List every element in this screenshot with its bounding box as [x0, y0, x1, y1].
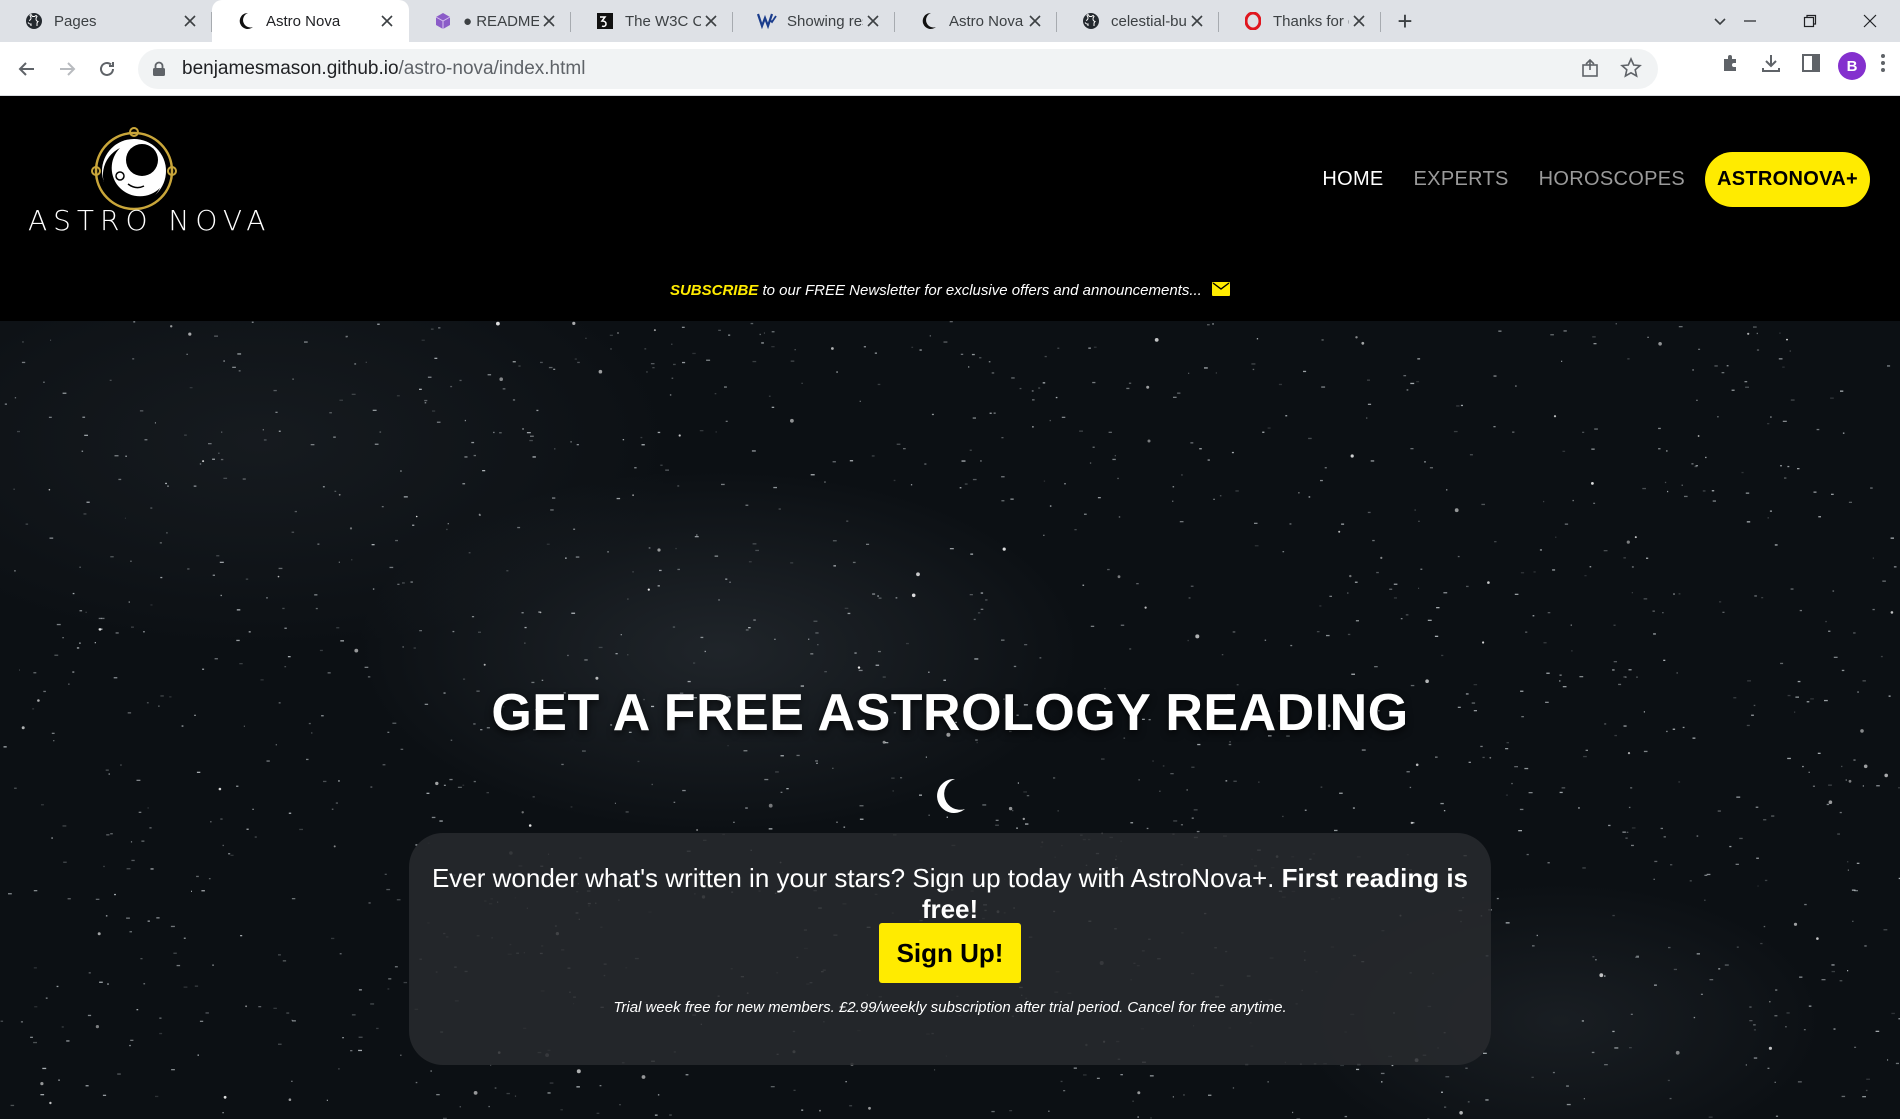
close-icon: [381, 15, 393, 27]
site-header: ASTRO NOVA HOME EXPERTS HOROSCOPES ASTRO…: [0, 96, 1900, 321]
window-controls: [1720, 0, 1900, 42]
validator-icon: [757, 11, 777, 31]
crescent-moon-icon: [937, 778, 965, 813]
tab-close-button[interactable]: [377, 11, 397, 31]
new-tab-button[interactable]: +: [1385, 0, 1425, 42]
tab-close-button[interactable]: [539, 11, 559, 31]
download-icon: [1762, 55, 1780, 72]
avatar: B: [1838, 52, 1866, 80]
tab-title: ● README.md -: [463, 12, 539, 30]
address-bar[interactable]: benjamesmason.github.io/astro-nova/index…: [138, 49, 1658, 89]
main-nav: HOME EXPERTS HOROSCOPES ASTRONOVA+: [1292, 152, 1870, 207]
tab-title: Pages: [54, 12, 97, 30]
tab-title: Thanks for down: [1273, 12, 1349, 30]
browser-toolbar: benjamesmason.github.io/astro-nova/index…: [0, 42, 1900, 96]
tab-close-button[interactable]: [863, 11, 883, 31]
hero-section: GET A FREE ASTROLOGY READING Ever wonder…: [0, 321, 1900, 1119]
tab-close-button[interactable]: [180, 11, 200, 31]
close-window-button[interactable]: [1840, 0, 1900, 42]
newsletter-subscribe-link[interactable]: SUBSCRIBE: [670, 282, 758, 299]
back-button[interactable]: [10, 52, 44, 86]
browser-tab-6[interactable]: Astro Nova | Exp: [895, 0, 1057, 42]
tab-close-button[interactable]: [701, 11, 721, 31]
trial-note: Trial week free for new members. £2.99/w…: [613, 999, 1287, 1016]
logo-text: ASTRO NOVA: [28, 204, 272, 237]
github-icon: [1081, 11, 1101, 31]
tab-separator: [1380, 12, 1381, 32]
sign-up-button[interactable]: Sign Up!: [879, 923, 1021, 983]
nav-home[interactable]: HOME: [1322, 168, 1383, 191]
hero-title: GET A FREE ASTROLOGY READING: [491, 684, 1409, 742]
github-icon: [24, 11, 44, 31]
minimize-icon: [1744, 20, 1756, 22]
close-icon: [1863, 14, 1877, 28]
arrow-right-icon: [60, 62, 76, 76]
url-text: benjamesmason.github.io/astro-nova/index…: [182, 58, 585, 80]
side-panel-icon: [1802, 54, 1820, 72]
restore-button[interactable]: [1780, 0, 1840, 42]
lock-icon: [152, 61, 166, 77]
star-icon[interactable]: [1620, 57, 1642, 84]
reload-button[interactable]: [90, 52, 124, 86]
browser-tab-3[interactable]: ● README.md -: [409, 0, 571, 42]
close-icon: [705, 15, 717, 27]
close-icon: [543, 15, 555, 27]
cube-icon: [433, 11, 453, 31]
newsletter-text: to our FREE Newsletter for exclusive off…: [758, 282, 1207, 299]
browser-tab-4[interactable]: The W3C CSS Va: [571, 0, 733, 42]
w3c-icon: [595, 11, 615, 31]
opera-icon: [1243, 11, 1263, 31]
browser-tab-8[interactable]: Thanks for down: [1219, 0, 1381, 42]
close-icon: [184, 15, 196, 27]
tab-title: The W3C CSS Va: [625, 12, 701, 30]
arrow-left-icon: [18, 62, 34, 76]
signup-card-intro: Ever wonder what's written in your stars…: [431, 863, 1282, 893]
puzzle-icon: [1724, 55, 1736, 71]
browser-tab-bar: Pages Astro Nova ● README.md - The W3C CSS …: [0, 0, 1900, 42]
share-icon[interactable]: [1580, 57, 1602, 84]
tab-title: Astro Nova: [266, 12, 341, 30]
restore-icon: [1803, 14, 1817, 28]
downloads-button[interactable]: [1760, 52, 1782, 74]
close-icon: [1353, 15, 1365, 27]
moon-icon: [236, 11, 256, 31]
tab-close-button[interactable]: [1025, 11, 1045, 31]
tab-title: Showing results f: [787, 12, 863, 30]
close-icon: [1191, 15, 1203, 27]
url-host: benjamesmason.github.io: [182, 58, 399, 79]
side-panel-button[interactable]: [1800, 52, 1822, 74]
tab-title: celestial-buddies: [1111, 12, 1187, 30]
tab-strip: Pages Astro Nova ● README.md - The W3C CSS …: [0, 0, 1381, 42]
profile-button[interactable]: B: [1838, 52, 1866, 80]
tab-close-button[interactable]: [1187, 11, 1207, 31]
signup-card: Ever wonder what's written in your stars…: [409, 833, 1491, 1065]
tab-close-button[interactable]: [1349, 11, 1369, 31]
browser-menu-button[interactable]: [1880, 52, 1886, 74]
nav-experts[interactable]: EXPERTS: [1414, 168, 1509, 191]
web-page: ASTRO NOVA HOME EXPERTS HOROSCOPES ASTRO…: [0, 96, 1900, 1119]
forward-button[interactable]: [50, 52, 84, 86]
envelope-icon[interactable]: [1212, 282, 1231, 300]
newsletter-banner[interactable]: SUBSCRIBE to our FREE Newsletter for exc…: [0, 282, 1900, 300]
moon-icon: [919, 11, 939, 31]
tab-title: Astro Nova | Exp: [949, 12, 1025, 30]
close-icon: [867, 15, 879, 27]
extensions-button[interactable]: [1720, 52, 1742, 74]
kebab-menu-icon: [1881, 54, 1885, 72]
minimize-button[interactable]: [1720, 0, 1780, 42]
reload-icon: [100, 61, 114, 76]
address-bar-actions: [1580, 57, 1642, 84]
browser-tab-5[interactable]: Showing results f: [733, 0, 895, 42]
browser-tab-7[interactable]: celestial-buddies: [1057, 0, 1219, 42]
browser-tab-2[interactable]: Astro Nova: [212, 0, 409, 42]
nav-horoscopes[interactable]: HOROSCOPES: [1539, 168, 1685, 191]
signup-card-text: Ever wonder what's written in your stars…: [409, 863, 1491, 925]
close-icon: [1029, 15, 1041, 27]
url-path: /astro-nova/index.html: [398, 58, 586, 79]
nav-astronova-plus-button[interactable]: ASTRONOVA+: [1705, 152, 1870, 207]
browser-tab-1[interactable]: Pages: [0, 0, 212, 42]
